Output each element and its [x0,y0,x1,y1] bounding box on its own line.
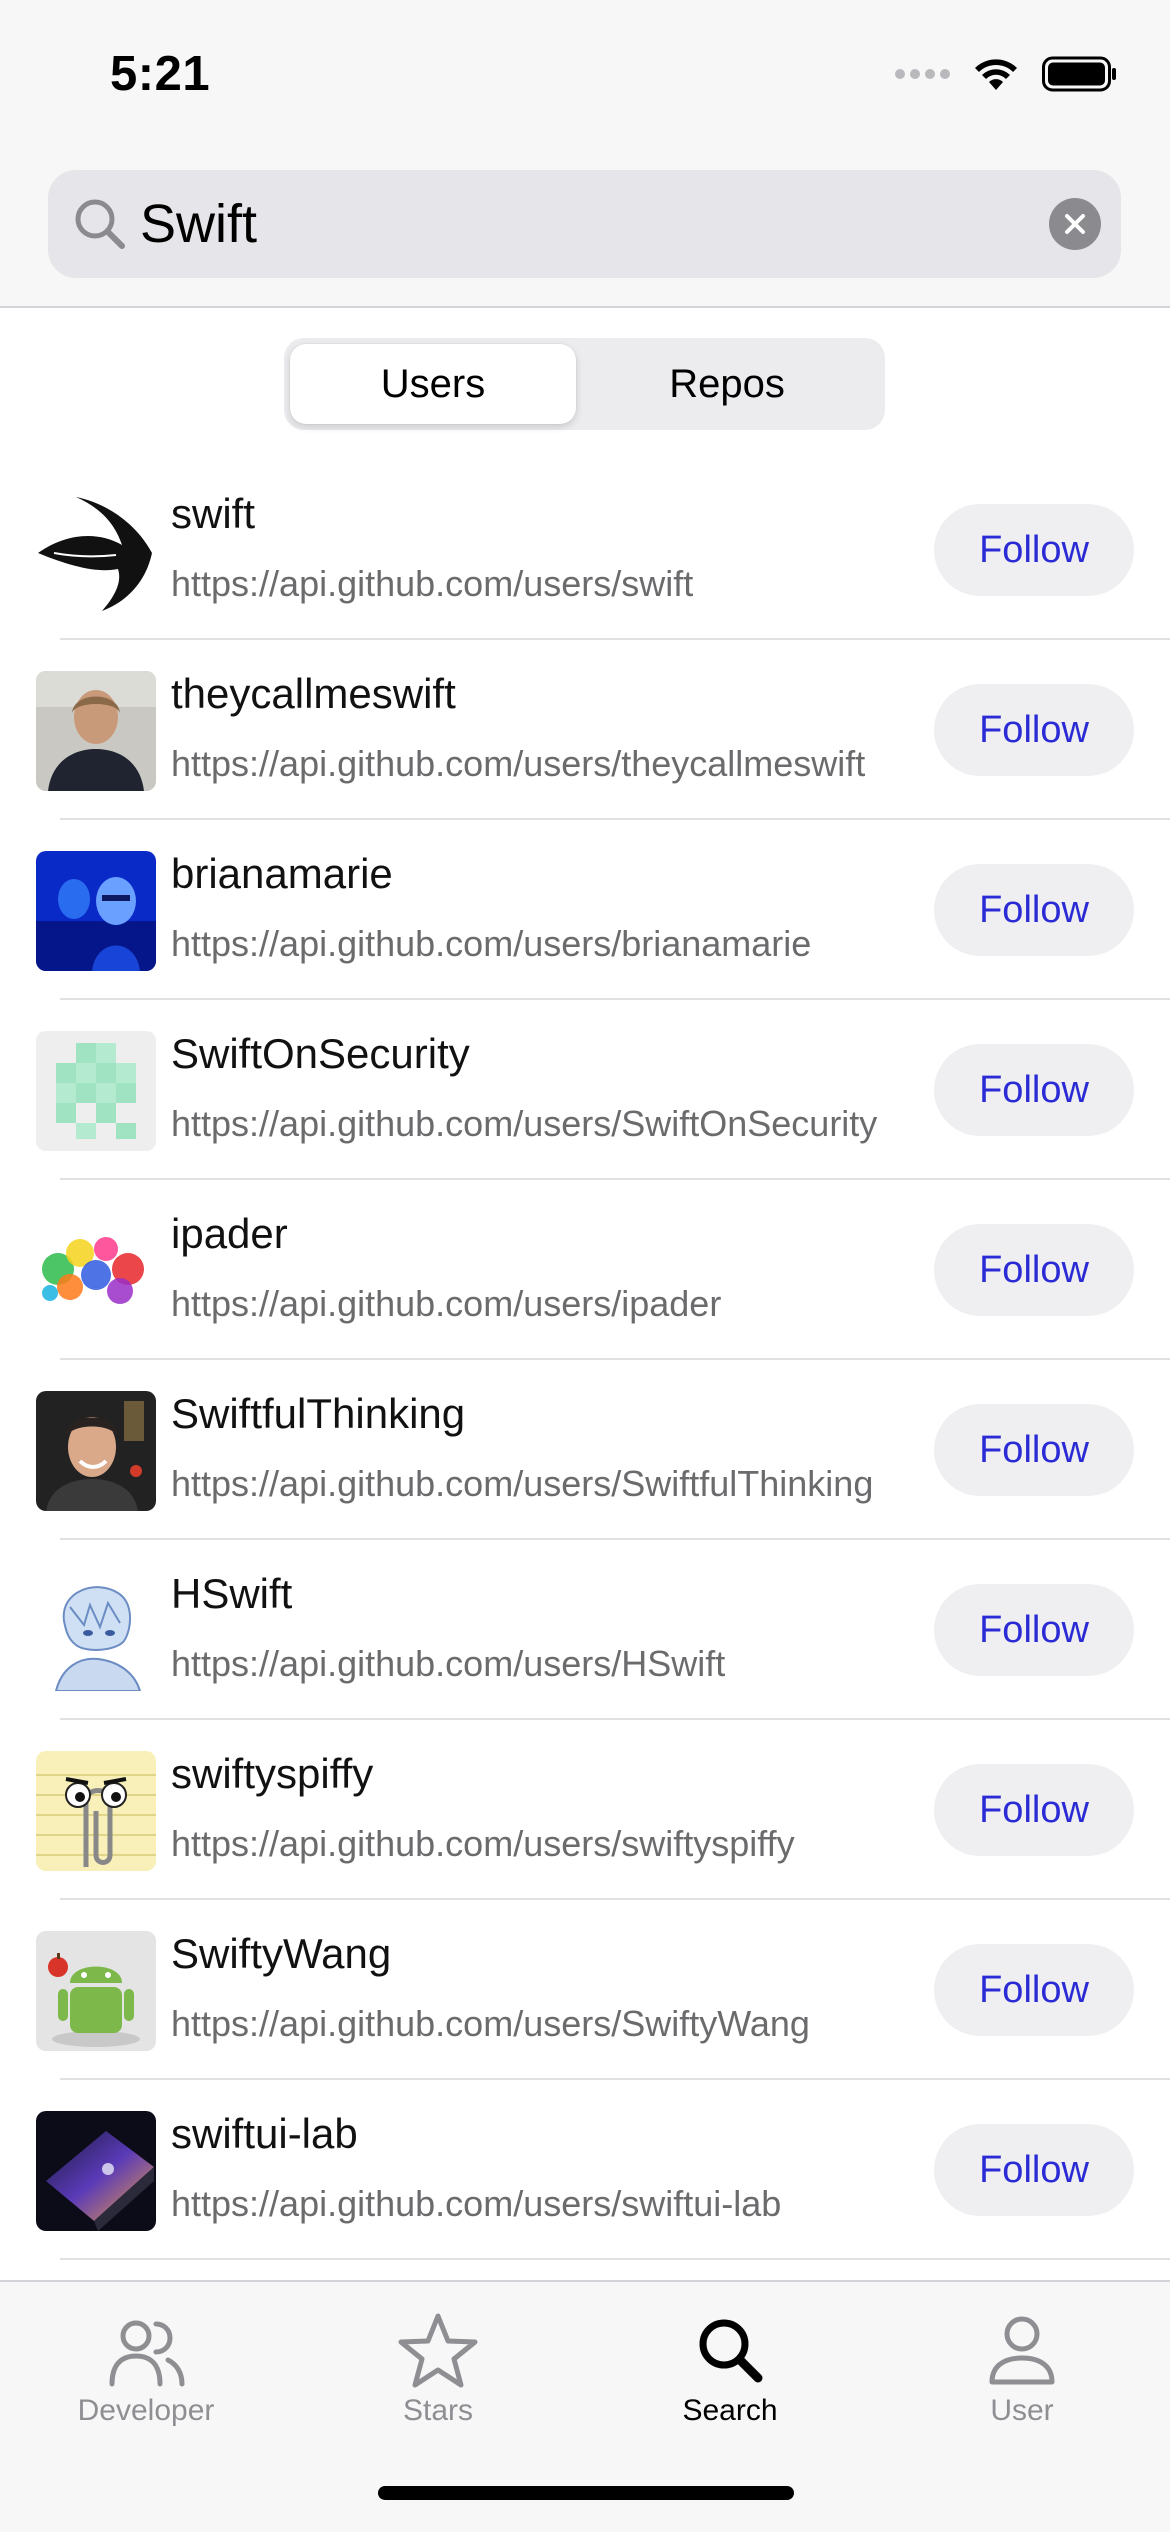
home-indicator [378,2486,794,2500]
user-url: https://api.github.com/users/ipader [171,1283,722,1324]
status-icons [895,52,1118,96]
tab-search[interactable]: Search [584,2298,876,2458]
follow-button[interactable]: Follow [934,1044,1134,1136]
follow-button[interactable]: Follow [934,2124,1134,2216]
follow-button[interactable]: Follow [934,504,1134,596]
wifi-icon [975,59,1017,90]
people-icon [109,2320,185,2387]
user-url: https://api.github.com/users/SwiftfulThi… [171,1463,874,1504]
user-url: https://api.github.com/users/HSwift [171,1643,726,1684]
user-name: brianamarie [171,850,393,897]
avatar [36,491,156,611]
user-row[interactable]: SwiftOnSecurity https://api.github.com/u… [0,1000,1170,1180]
tab-label: Stars [402,2394,474,2427]
user-row[interactable]: swiftui-lab https://api.github.com/users… [0,2080,1170,2260]
clear-search-button[interactable] [1049,198,1101,250]
status-time: 5:21 [110,47,211,101]
search-icon [75,199,125,249]
user-row[interactable]: HSwift https://api.github.com/users/HSwi… [0,1540,1170,1720]
person-icon [989,2316,1055,2385]
follow-button[interactable]: Follow [934,864,1134,956]
user-row[interactable]: ipader https://api.github.com/users/ipad… [0,1180,1170,1360]
tab-developer[interactable]: Developer [0,2298,292,2458]
tab-label: Search [682,2394,778,2427]
user-name: SwiftOnSecurity [171,1030,470,1077]
avatar [36,1391,156,1511]
user-name: swiftui-lab [171,2110,358,2157]
avatar [36,1931,156,2051]
follow-button[interactable]: Follow [934,1584,1134,1676]
user-url: https://api.github.com/users/brianamarie [171,923,812,964]
user-row[interactable]: swiftyspiffy https://api.github.com/user… [0,1720,1170,1900]
segment-users[interactable]: Users [290,344,576,424]
avatar [36,1031,156,1151]
tab-stars[interactable]: Stars [292,2298,584,2458]
avatar [36,1211,156,1331]
avatar [36,671,156,791]
cellular-signal-icon [895,69,950,79]
user-row[interactable]: brianamarie https://api.github.com/users… [0,820,1170,1000]
avatar [36,851,156,971]
user-name: ipader [171,1210,288,1257]
tab-label: User [990,2394,1054,2427]
tab-user[interactable]: User [876,2298,1168,2458]
avatar [36,1751,156,1871]
follow-button[interactable]: Follow [934,1944,1134,2036]
search-input[interactable] [140,170,1040,278]
follow-button[interactable]: Follow [934,1224,1134,1316]
follow-button[interactable]: Follow [934,1764,1134,1856]
user-url: https://api.github.com/users/swiftyspiff… [171,1823,795,1864]
search-scope-segmented-control: Users Repos [284,338,885,430]
user-row[interactable]: swift https://api.github.com/users/swift… [0,460,1170,640]
battery-icon [1042,56,1116,92]
follow-button[interactable]: Follow [934,684,1134,776]
user-row[interactable]: SwiftfulThinking https://api.github.com/… [0,1360,1170,1540]
search-icon [699,2319,763,2383]
tab-label: Developer [77,2394,215,2427]
user-row[interactable]: theycallmeswift https://api.github.com/u… [0,640,1170,820]
segment-repos[interactable]: Repos [584,344,870,424]
star-icon [398,2313,478,2388]
header: 5:21 [0,0,1170,308]
user-row[interactable]: SwiftyWang https://api.github.com/users/… [0,1900,1170,2080]
user-name: swiftyspiffy [171,1750,374,1797]
follow-button[interactable]: Follow [934,1404,1134,1496]
user-url: https://api.github.com/users/SwiftOnSecu… [171,1103,878,1144]
user-list: swift https://api.github.com/users/swift… [0,460,1170,2260]
user-name: HSwift [171,1570,293,1617]
avatar [36,2111,156,2231]
search-bar [48,170,1121,278]
user-url: https://api.github.com/users/theycallmes… [171,743,866,784]
swift-bird-logo [38,497,152,611]
user-name: SwiftyWang [171,1930,392,1977]
user-url: https://api.github.com/users/swiftui-lab [171,2183,782,2224]
user-url: https://api.github.com/users/SwiftyWang [171,2003,810,2044]
user-name: SwiftfulThinking [171,1390,466,1437]
user-name: swift [171,490,255,537]
clear-icon [1065,214,1085,234]
user-name: theycallmeswift [171,670,456,717]
avatar [36,1571,156,1691]
user-url: https://api.github.com/users/swift [171,563,694,604]
